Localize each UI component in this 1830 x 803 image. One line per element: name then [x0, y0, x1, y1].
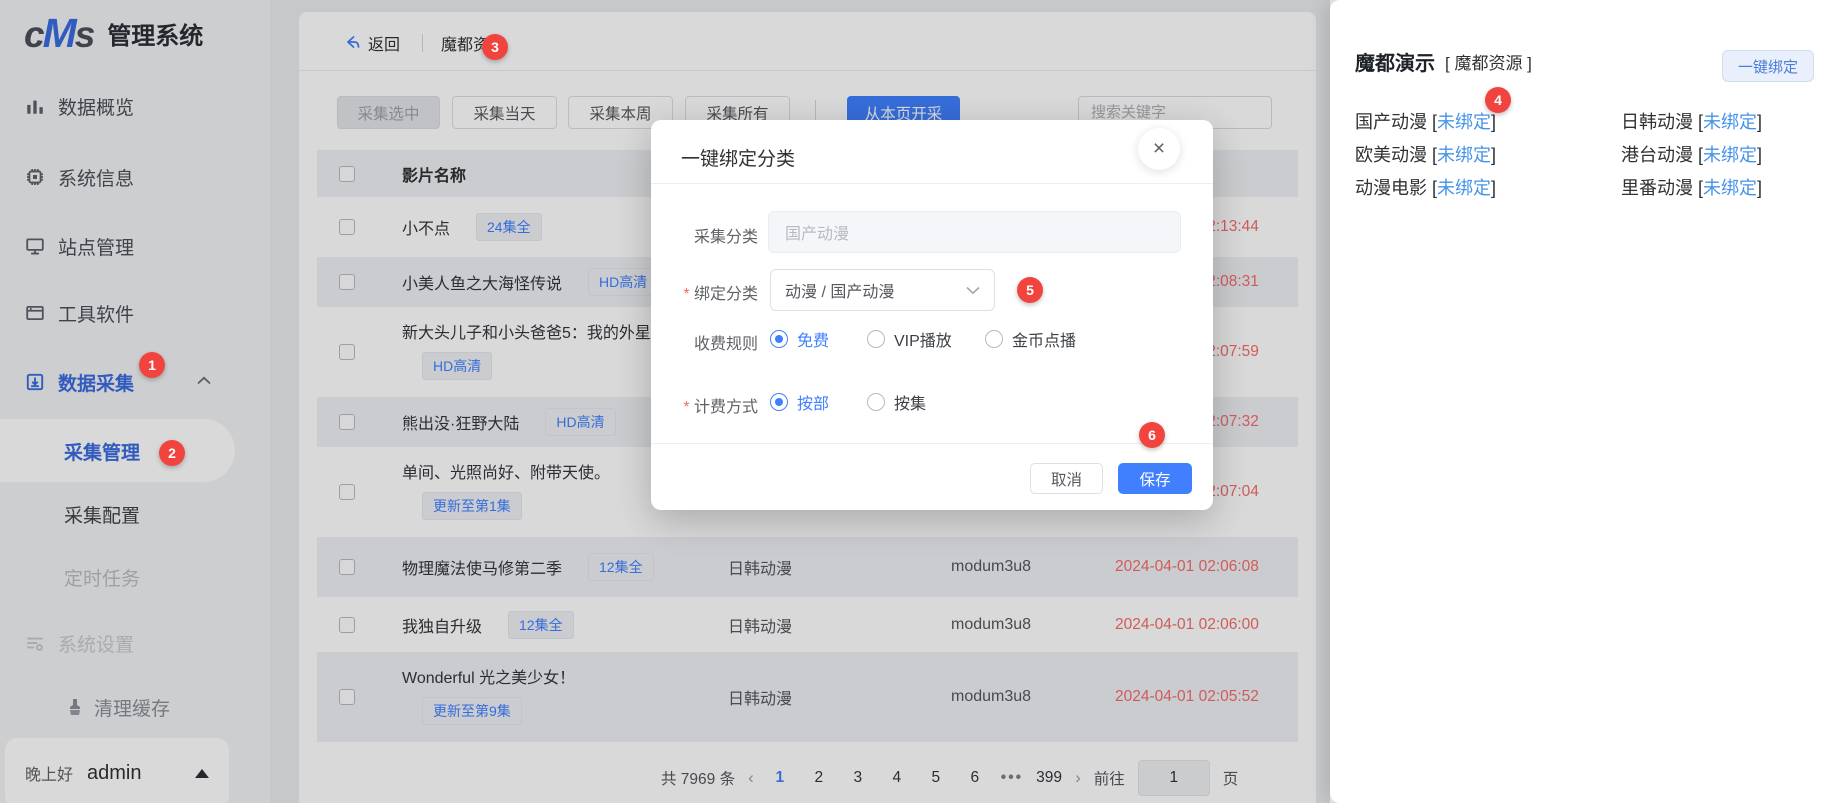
- radio-icon: [867, 393, 885, 411]
- billing-mode-label: 计费方式: [651, 393, 758, 417]
- dialog-header-divider: [651, 183, 1213, 184]
- category-binding-item: 日韩动漫 [未绑定]: [1621, 108, 1805, 134]
- dialog-footer-divider: [651, 443, 1213, 444]
- category-binding-item: 欧美动漫 [未绑定]: [1355, 141, 1621, 167]
- fee-option-free[interactable]: 免费: [770, 328, 829, 350]
- radio-icon: [770, 330, 788, 348]
- step-badge-2: 2: [159, 440, 185, 466]
- fee-option-coin[interactable]: 金币点播: [985, 328, 1076, 350]
- dialog-title: 一键绑定分类: [681, 144, 795, 171]
- step-badge-5: 5: [1017, 277, 1043, 303]
- fee-option-vip[interactable]: VIP播放: [867, 328, 952, 350]
- app-screen: cMs 管理系统 数据概览 系统信息 站点管理 工具软件 数据采集 采集管理 采…: [0, 0, 1830, 803]
- drawer-title: 魔都演示: [1355, 47, 1435, 76]
- collect-category-label: 采集分类: [651, 223, 758, 247]
- step-badge-6: 6: [1139, 422, 1165, 448]
- step-badge-4: 4: [1485, 87, 1511, 113]
- category-binding-list: 国产动漫 [未绑定] 日韩动漫 [未绑定] 欧美动漫 [未绑定] 港台动漫 [未…: [1355, 104, 1805, 203]
- radio-icon: [770, 393, 788, 411]
- category-binding-item: 动漫电影 [未绑定]: [1355, 174, 1621, 200]
- unbound-link[interactable]: 未绑定: [1703, 112, 1757, 132]
- one-click-bind-button[interactable]: 一键绑定: [1722, 50, 1814, 82]
- collect-category-input: [768, 211, 1181, 253]
- unbound-link[interactable]: 未绑定: [1703, 178, 1757, 198]
- category-binding-item: 港台动漫 [未绑定]: [1621, 141, 1805, 167]
- unbound-link[interactable]: 未绑定: [1437, 145, 1491, 165]
- bind-category-dialog: 一键绑定分类 × 采集分类 绑定分类 动漫 / 国产动漫 收费规则 免费 VIP…: [651, 120, 1213, 510]
- step-badge-1: 1: [139, 352, 165, 378]
- unbound-link[interactable]: 未绑定: [1703, 145, 1757, 165]
- drawer-subtitle: [ 魔都资源 ]: [1445, 49, 1532, 74]
- unbound-link[interactable]: 未绑定: [1437, 112, 1491, 132]
- unbound-link[interactable]: 未绑定: [1437, 178, 1491, 198]
- radio-icon: [985, 330, 1003, 348]
- category-binding-item: 国产动漫 [未绑定]: [1355, 108, 1621, 134]
- chevron-down-icon: [966, 286, 980, 295]
- bind-category-select[interactable]: 动漫 / 国产动漫: [770, 269, 995, 311]
- close-icon[interactable]: ×: [1138, 128, 1180, 170]
- billing-option-per-episode[interactable]: 按集: [867, 391, 926, 413]
- billing-option-per-series[interactable]: 按部: [770, 391, 829, 413]
- step-badge-3: 3: [482, 34, 508, 60]
- binding-drawer: 魔都演示 [ 魔都资源 ] 一键绑定 国产动漫 [未绑定] 日韩动漫 [未绑定]…: [1330, 0, 1830, 803]
- fee-rule-label: 收费规则: [651, 330, 758, 354]
- radio-icon: [867, 330, 885, 348]
- category-binding-item: 里番动漫 [未绑定]: [1621, 174, 1805, 200]
- cancel-button[interactable]: 取消: [1030, 463, 1103, 494]
- save-button[interactable]: 保存: [1118, 463, 1192, 494]
- bind-category-label: 绑定分类: [651, 280, 758, 304]
